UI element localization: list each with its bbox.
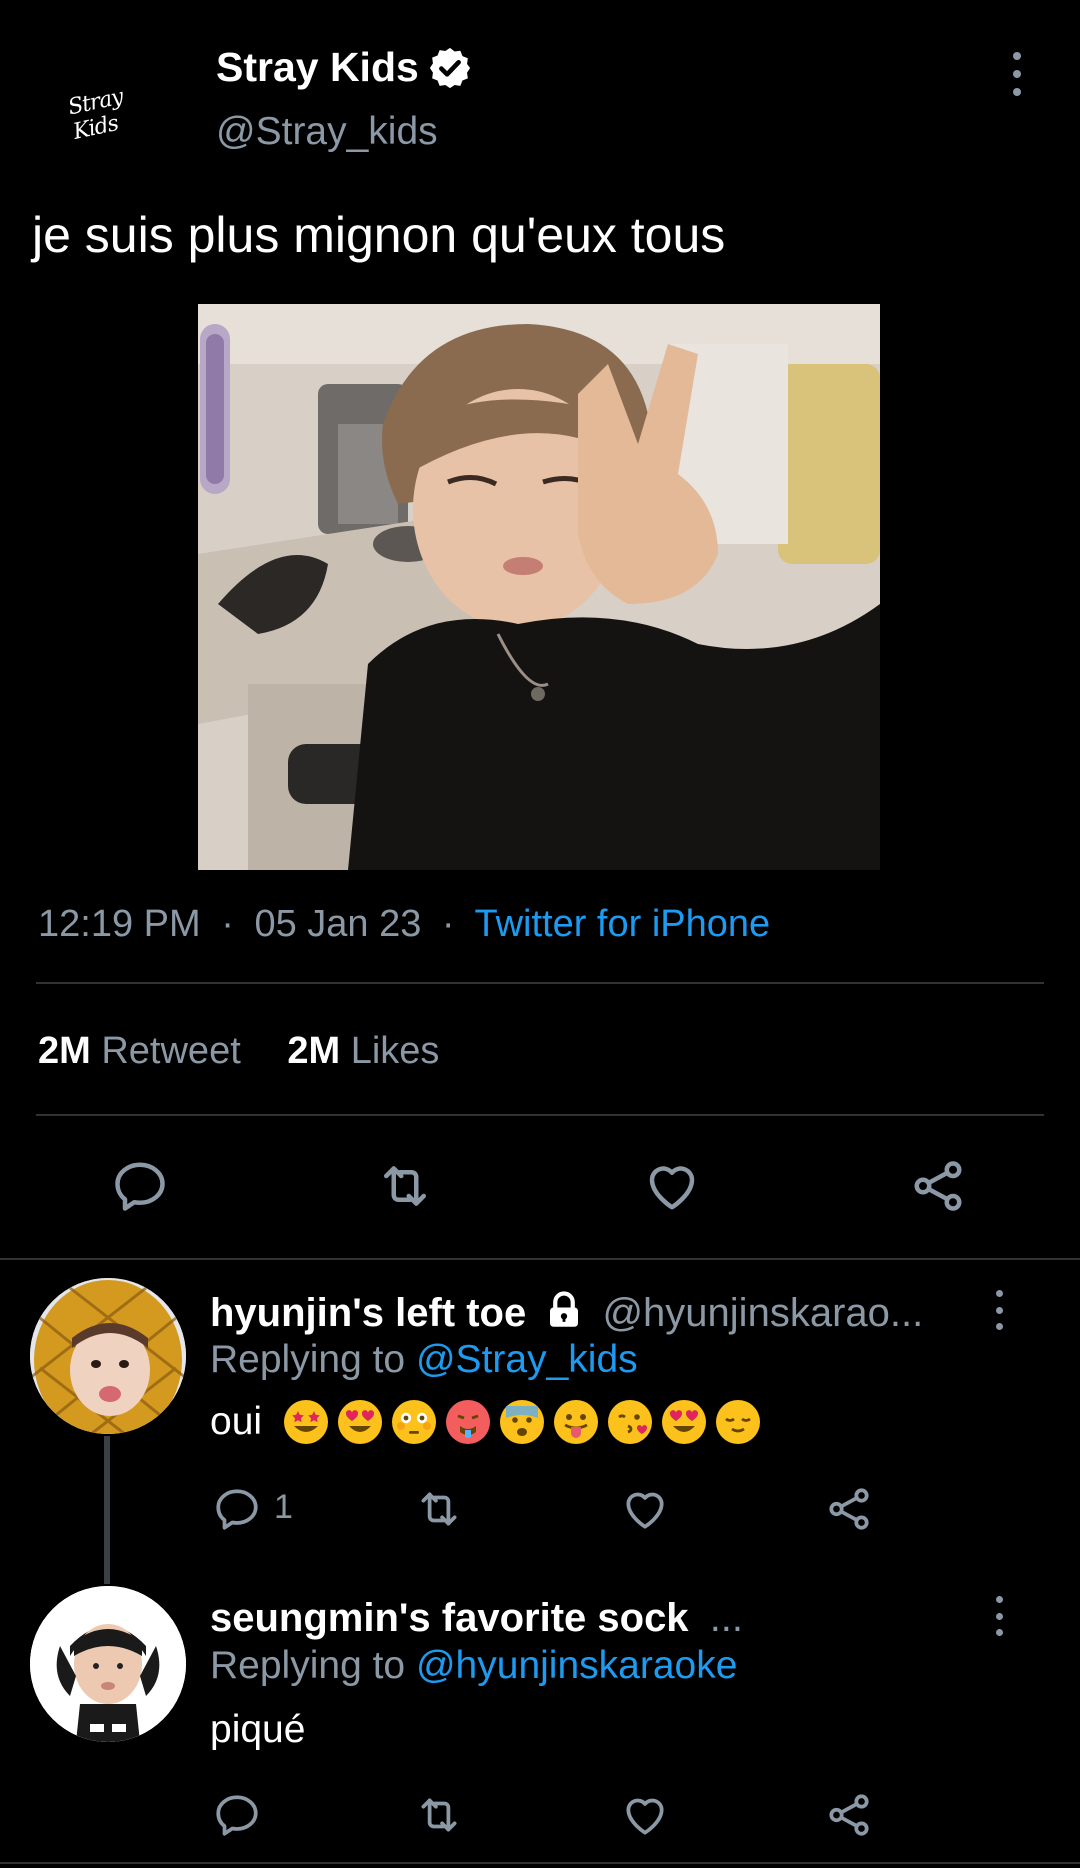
- retweets-label: Retweet: [101, 1030, 241, 1072]
- replying-prefix: Replying to: [210, 1644, 406, 1687]
- heart-eyes-emoji-icon: [338, 1400, 383, 1444]
- tweet-author-name[interactable]: Stray Kids: [216, 44, 419, 91]
- heart-icon[interactable]: [620, 1790, 670, 1840]
- reply-count: 1: [274, 1488, 293, 1526]
- tweet-date: 05 Jan 23: [254, 903, 422, 945]
- lock-icon: [550, 1291, 579, 1327]
- retweet-icon[interactable]: [414, 1484, 464, 1534]
- selfie-illustration: [198, 304, 880, 870]
- retweet-icon[interactable]: [414, 1790, 464, 1840]
- verified-badge-icon: [429, 47, 470, 88]
- replying-to-link[interactable]: @Stray_kids: [416, 1338, 638, 1381]
- meta-separator: ·: [221, 903, 234, 945]
- more-vertical-icon[interactable]: [992, 1290, 1006, 1330]
- reply-author-row[interactable]: hyunjin's left toe @hyunjinskarao...: [210, 1290, 923, 1336]
- likes-count: 2M: [287, 1030, 341, 1072]
- reply-icon[interactable]: [212, 1790, 262, 1840]
- tweet-author-name-row[interactable]: Stray Kids: [216, 44, 473, 91]
- flushed-emoji-icon: [392, 1400, 437, 1444]
- replying-to-link[interactable]: @hyunjinskaraoke: [416, 1644, 737, 1687]
- likes-label: Likes: [350, 1030, 440, 1072]
- reply-text: oui: [210, 1400, 263, 1443]
- main-avatar[interactable]: Stray Kids: [66, 60, 170, 160]
- reply-author-handle[interactable]: @hyunjinskarao...: [602, 1291, 923, 1335]
- divider: [0, 1258, 1080, 1260]
- relieved-emoji-icon: [716, 1400, 761, 1444]
- reply-avatar[interactable]: [30, 1278, 186, 1434]
- reply-avatar[interactable]: [30, 1586, 186, 1742]
- reply-author-name[interactable]: hyunjin's left toe: [210, 1291, 526, 1335]
- heart-eyes-emoji-icon: [662, 1400, 707, 1444]
- tweet-time: 12:19 PM: [38, 903, 201, 945]
- star-struck-emoji-icon: [284, 1400, 329, 1444]
- tweet-author-handle[interactable]: @Stray_kids: [216, 110, 438, 154]
- thread-connector: [104, 1436, 110, 1584]
- reply-text-row: oui: [210, 1398, 762, 1446]
- retweets-stat[interactable]: 2M Retweet: [38, 1030, 251, 1072]
- tweet-stats: 2M Retweet 2M Likes: [38, 1030, 439, 1073]
- tweet-photo[interactable]: [198, 304, 880, 870]
- share-icon[interactable]: [908, 1156, 968, 1216]
- reply-author-row[interactable]: seungmin's favorite sock ...: [210, 1596, 743, 1641]
- heart-icon[interactable]: [620, 1484, 670, 1534]
- share-icon[interactable]: [824, 1484, 874, 1534]
- reply-text: piqué: [210, 1708, 306, 1751]
- reply-author-handle[interactable]: ...: [710, 1596, 743, 1640]
- hot-face-emoji-icon: [446, 1400, 491, 1444]
- reply-icon[interactable]: [212, 1484, 262, 1534]
- reply-icon[interactable]: [110, 1156, 170, 1216]
- replying-to-line: Replying to @hyunjinskaraoke: [210, 1644, 737, 1688]
- replying-prefix: Replying to: [210, 1338, 406, 1381]
- more-vertical-icon[interactable]: [1000, 52, 1034, 96]
- anxious-emoji-icon: [500, 1400, 545, 1444]
- kissing-heart-emoji-icon: [608, 1400, 653, 1444]
- replying-to-line: Replying to @Stray_kids: [210, 1338, 638, 1382]
- divider: [0, 1862, 1080, 1864]
- divider: [36, 1114, 1044, 1116]
- pineapple-avatar-illustration: [30, 1278, 186, 1434]
- tweet-source-link[interactable]: Twitter for iPhone: [474, 903, 770, 945]
- likes-stat[interactable]: 2M Likes: [287, 1030, 439, 1072]
- reply-author-name[interactable]: seungmin's favorite sock: [210, 1596, 689, 1640]
- heart-icon[interactable]: [642, 1156, 702, 1216]
- retweet-icon[interactable]: [375, 1156, 435, 1216]
- tweet-text: je suis plus mignon qu'eux tous: [32, 207, 726, 263]
- share-icon[interactable]: [824, 1790, 874, 1840]
- avatar-logo-text: Stray Kids: [65, 84, 125, 145]
- tongue-out-emoji-icon: [554, 1400, 599, 1444]
- tweet-meta: 12:19 PM · 05 Jan 23 · Twitter for iPhon…: [38, 903, 770, 946]
- boy-avatar-illustration: [30, 1586, 186, 1742]
- more-vertical-icon[interactable]: [992, 1596, 1006, 1636]
- retweets-count: 2M: [38, 1030, 91, 1072]
- divider: [36, 982, 1044, 984]
- meta-separator: ·: [441, 903, 455, 945]
